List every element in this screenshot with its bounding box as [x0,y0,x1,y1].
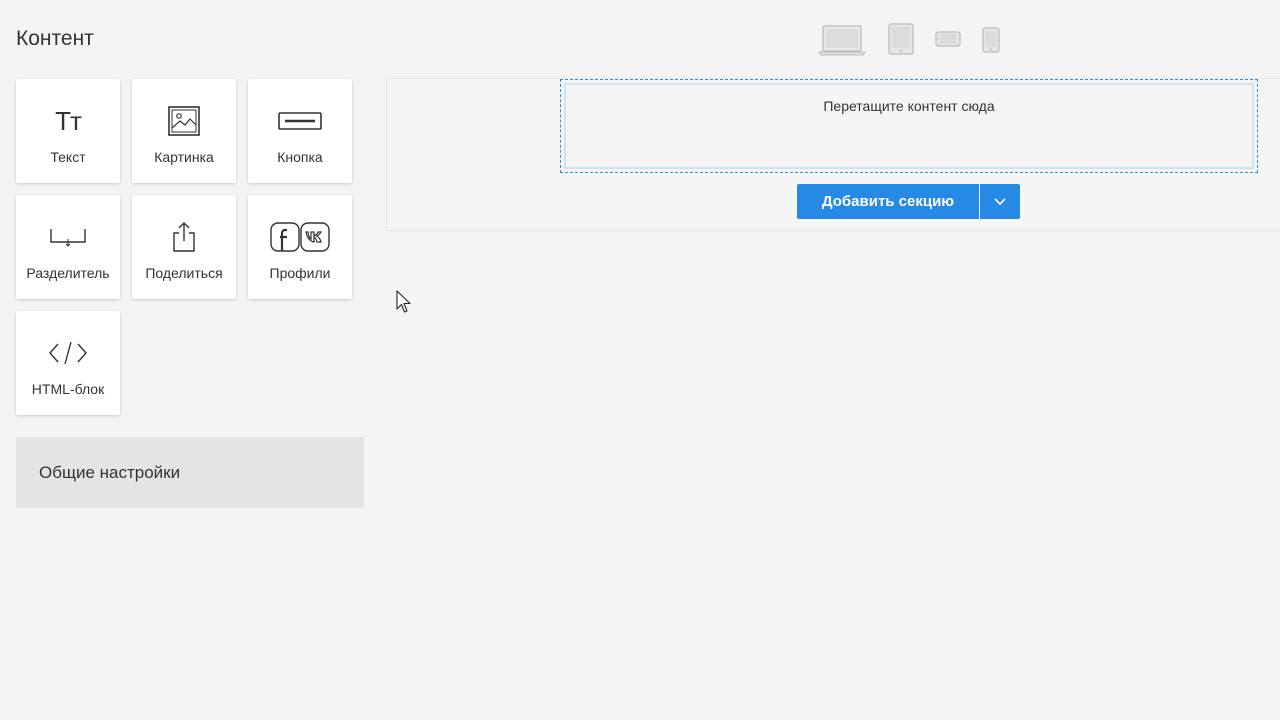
block-label: Разделитель [26,265,110,281]
mobile-icon[interactable] [981,26,1001,59]
button-icon [278,99,322,143]
tablet-landscape-icon[interactable] [935,30,961,53]
code-icon [48,331,88,375]
desktop-icon[interactable] [818,24,866,61]
block-share[interactable]: Поделиться [132,195,236,299]
block-label: HTML-блок [31,381,105,397]
text-icon: Tт [55,105,82,136]
chevron-down-icon [994,193,1006,211]
image-icon [168,99,200,143]
block-label: Профили [269,265,331,281]
sidebar-title: Контент [16,27,94,50]
add-section-button[interactable]: Добавить секцию [797,184,979,219]
social-profiles-icon [270,215,330,259]
block-image[interactable]: Картинка [132,79,236,183]
block-label: Картинка [154,149,214,165]
share-icon [171,215,197,259]
dropzone-text: Перетащите контент сюда [564,83,1254,169]
add-section-dropdown[interactable] [980,184,1020,219]
block-label: Поделиться [145,265,223,281]
mouse-cursor-icon [396,290,412,319]
general-settings-label: Общие настройки [39,462,181,482]
divider-icon [49,215,87,259]
block-label: Кнопка [277,149,323,165]
content-dropzone[interactable]: Перетащите контент сюда [560,79,1258,173]
general-settings-button[interactable]: Общие настройки [16,437,364,508]
block-button[interactable]: Кнопка [248,79,352,183]
block-html[interactable]: HTML-блок [16,311,120,415]
block-divider[interactable]: Разделитель [16,195,120,299]
block-label: Текст [50,149,86,165]
block-profiles[interactable]: Профили [248,195,352,299]
tablet-icon[interactable] [887,22,915,61]
add-section-control: Добавить секцию [797,184,1020,219]
block-text[interactable]: Tт Текст [16,79,120,183]
